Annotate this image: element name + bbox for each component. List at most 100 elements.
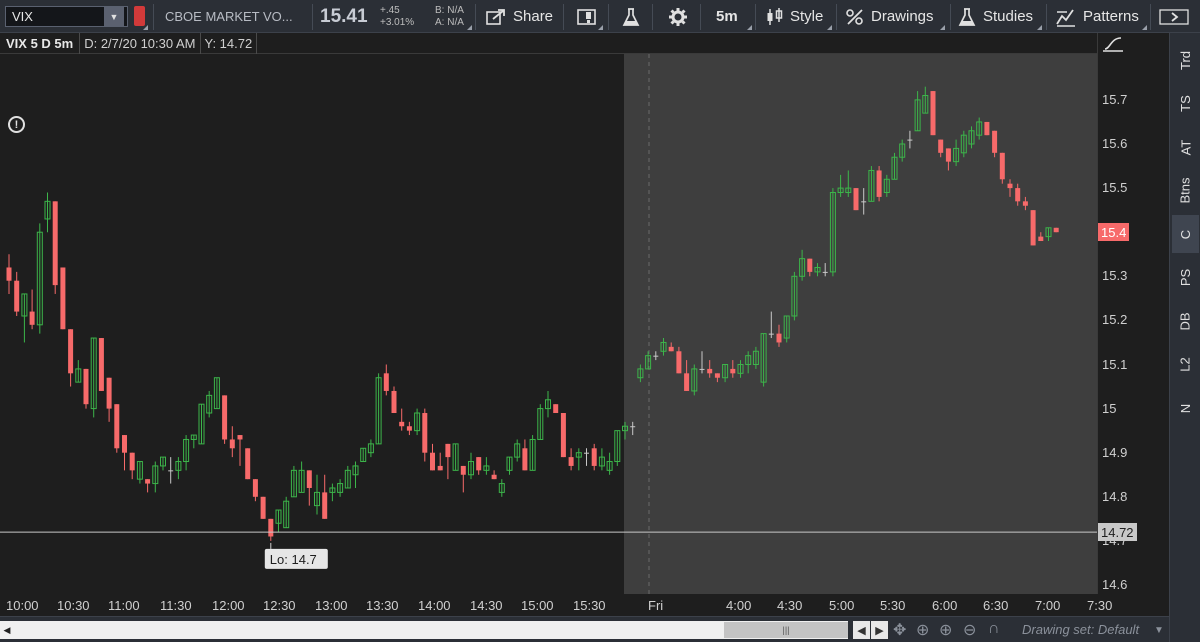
symbol-dropdown-icon[interactable]: ▼ [104, 7, 124, 26]
more-button[interactable] [1158, 0, 1192, 33]
page-left-icon[interactable]: ◀ [853, 621, 870, 639]
patterns-button[interactable]: Patterns [1055, 0, 1139, 33]
studies-button[interactable]: Studies [958, 0, 1033, 33]
candle-body [591, 448, 597, 466]
corner-triangle-icon [1037, 25, 1042, 30]
price-tick-label: 15.1 [1102, 356, 1128, 372]
magnet-icon[interactable]: ∩ [988, 620, 1000, 638]
side-tab-c[interactable]: C [1172, 215, 1199, 253]
active-trader-button[interactable] [576, 0, 598, 33]
drawing-set-selector[interactable]: Drawing set: Default [1022, 622, 1139, 637]
last-price: 15.41 [320, 5, 368, 27]
corner-triangle-icon [467, 25, 472, 30]
change-percent: +3.01% [380, 17, 415, 28]
candle-body [560, 413, 566, 458]
candlestick-chart[interactable]: Lo: 14.7 [0, 54, 1097, 594]
corner-triangle-icon [598, 25, 603, 30]
zoom-out-icon[interactable]: ⊖ [963, 620, 976, 640]
candle-body [383, 373, 389, 391]
horizontal-scrollbar[interactable] [0, 621, 848, 639]
side-tab-ps[interactable]: PS [1172, 259, 1199, 297]
price-tick-label: 14.6 [1102, 577, 1128, 592]
divider [652, 4, 653, 30]
side-panel-tabs: Trd TS AT Btns C PS DB L2 N [1169, 33, 1200, 642]
candle-body [129, 452, 135, 471]
candle-body [992, 130, 998, 153]
style-button[interactable]: Style [765, 0, 823, 33]
side-tab-label: DB [1178, 311, 1193, 331]
pan-icon[interactable]: ✥ [893, 620, 906, 640]
patterns-icon [1056, 8, 1075, 27]
divider [563, 4, 564, 30]
zoom-in-icon[interactable]: ⊕ [939, 620, 952, 640]
divider [475, 4, 476, 30]
candle-body [168, 470, 174, 472]
candle-body [676, 351, 682, 374]
candle-body [122, 435, 127, 453]
candle-body [930, 91, 936, 136]
side-tab-btns[interactable]: Btns [1172, 172, 1199, 210]
candle-body [699, 368, 705, 370]
candle-body [768, 333, 774, 335]
candle-body [984, 121, 990, 136]
price-tick-label: 15.3 [1102, 268, 1128, 284]
side-tab-l2[interactable]: L2 [1172, 346, 1199, 384]
divider [608, 4, 609, 30]
chevron-down-icon[interactable]: ▼ [1154, 625, 1164, 636]
candle-body [476, 457, 482, 471]
candle-body [445, 443, 451, 458]
side-tab-db[interactable]: DB [1172, 302, 1199, 340]
drawings-button[interactable]: Drawings [845, 0, 934, 33]
alert-icon[interactable]: ! [8, 116, 25, 133]
time-label: 10:30 [57, 598, 90, 613]
candle-body [60, 267, 66, 330]
time-label: 13:30 [366, 598, 399, 613]
candles-icon [767, 7, 783, 25]
candle-body [322, 492, 328, 519]
flask-button[interactable] [622, 0, 640, 33]
side-tab-at[interactable]: AT [1172, 128, 1199, 166]
divider [755, 4, 756, 30]
price-tick-label: 15 [1102, 400, 1117, 416]
share-button[interactable]: Share [486, 0, 553, 33]
candle-body [399, 421, 405, 427]
candle-body [430, 452, 435, 471]
gear-icon [669, 7, 687, 26]
candle-body [106, 377, 112, 409]
crosshair-icon[interactable]: ⊕ [916, 620, 929, 640]
time-axis[interactable]: 10:00 10:30 11:00 11:30 12:00 12:30 13:00 13:30… [0, 594, 1169, 616]
crosshair-date: D: 2/7/20 10:30 AM [79, 32, 199, 54]
time-label: 14:00 [418, 598, 451, 613]
chart-header: VIX 5 D 5m D: 2/7/20 10:30 AM Y: 14.72 [0, 32, 1097, 54]
candle-body [522, 448, 528, 471]
side-tab-n[interactable]: N [1172, 389, 1199, 427]
scrollbar-thumb[interactable]: ||| [724, 622, 848, 638]
page-right-icon[interactable]: ▶ [871, 621, 888, 639]
divider [153, 4, 154, 30]
candle-body [268, 518, 274, 537]
price-chart[interactable]: Lo: 14.7 ! [0, 54, 1097, 594]
candle-body [52, 201, 58, 286]
time-label: 6:00 [932, 598, 958, 613]
chart-toolbar: VIX ▼ CBOE MARKET VO... 15.41 +.45 +3.01… [0, 0, 1200, 33]
price-tick-label: 15.7 [1102, 91, 1128, 107]
candle-body [945, 148, 951, 162]
session-background [0, 54, 624, 594]
price-tick-label: 15.5 [1102, 180, 1128, 196]
side-tab-trd[interactable]: Trd [1172, 41, 1199, 79]
link-flag-icon[interactable] [134, 6, 145, 26]
candle-body [229, 439, 235, 449]
settings-button[interactable] [668, 0, 688, 33]
axis-scale-icon[interactable] [1102, 35, 1124, 53]
candle-body [145, 479, 151, 484]
studies-label: Studies [983, 8, 1034, 25]
flask-icon [622, 7, 640, 26]
time-label: 12:30 [263, 598, 296, 613]
share-icon [486, 8, 505, 25]
timeframe-button[interactable]: 5m [716, 0, 738, 33]
scroll-left-icon[interactable]: ◀ [0, 621, 14, 639]
bottom-bar: ◀ ||| ◀ ▶ ✥ ⊕ ⊕ ⊖ ∩ Drawing set: Default… [0, 616, 1169, 642]
time-label: 13:00 [315, 598, 348, 613]
side-tab-ts[interactable]: TS [1172, 85, 1199, 123]
corner-triangle-icon [1142, 25, 1147, 30]
